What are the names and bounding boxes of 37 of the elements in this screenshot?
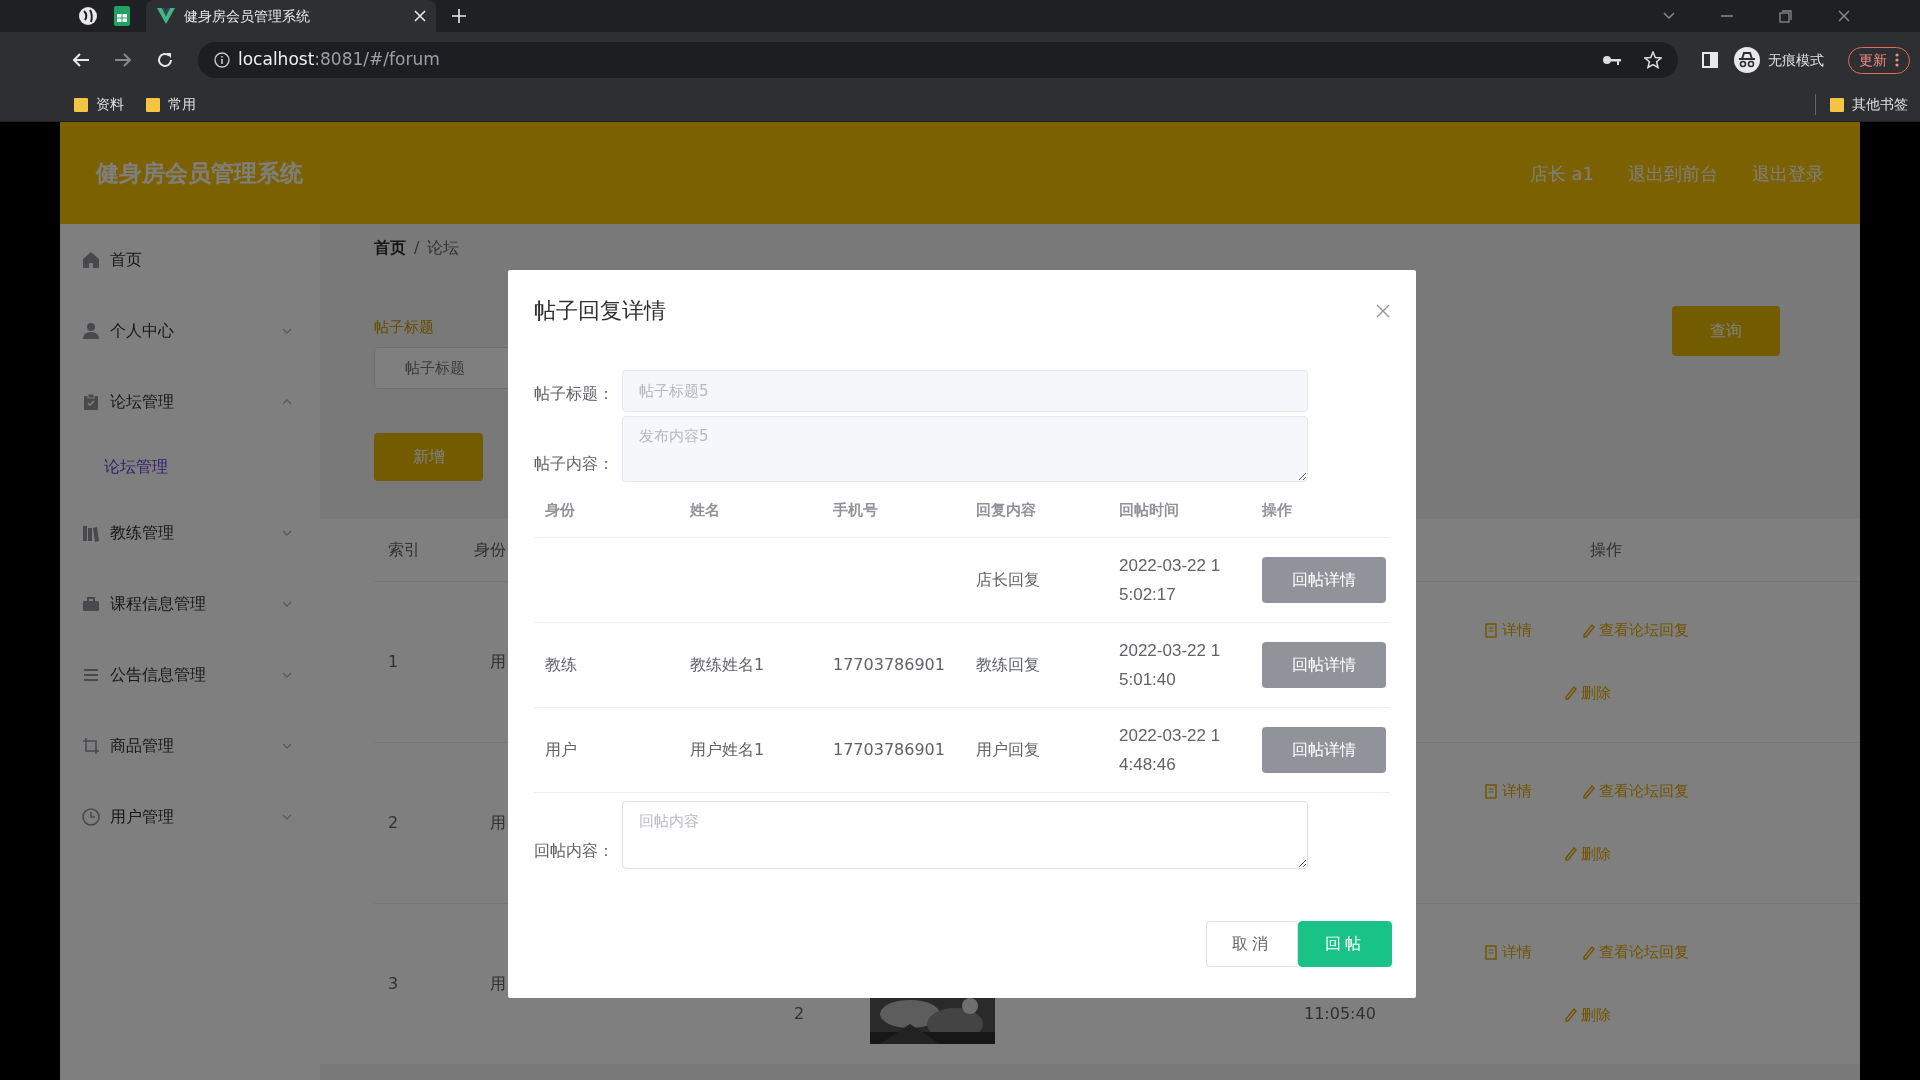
table-cell-text: 2022-03-22 15:02:17 (1119, 555, 1222, 607)
table-cell-text: 用 (489, 650, 506, 673)
search-label: 帖子标题 (374, 317, 434, 338)
table-cell-text: 用 (489, 972, 506, 995)
table-cell-text: 教练姓名1 (690, 654, 765, 677)
column-header: 操作 (1262, 499, 1292, 521)
column-header: 身份 (473, 538, 506, 561)
table-cell-text: 教练 (545, 654, 577, 677)
column-header: 手机号 (833, 499, 878, 521)
column-header: 索引 (387, 538, 420, 561)
column-header: 回帖时间 (1119, 499, 1179, 521)
tab-title: 健身房会员管理系统 (184, 6, 311, 26)
table-cell-text: 17703786901 (833, 654, 945, 677)
table-cell-text: 11:05:40 (1303, 1002, 1376, 1025)
table-cell-text: 用户 (545, 739, 577, 762)
profile-label: 无痕模式 (1768, 50, 1824, 70)
column-header: 操作 (1589, 538, 1622, 561)
table-cell-text: 17703786901 (833, 739, 945, 762)
table-cell-text: 教练回复 (976, 654, 1040, 677)
table-cell-text: 用户回复 (976, 739, 1040, 762)
dialog-title: 帖子回复详情 (534, 298, 666, 325)
table-cell-text: 用户姓名1 (690, 739, 765, 762)
table-cell-text: 1 (387, 650, 399, 673)
table-cell-text: 店长回复 (976, 569, 1040, 592)
table-cell-text: 用 (489, 811, 506, 834)
table-cell-text: 2 (793, 1002, 805, 1025)
field-label: 回帖内容： (534, 840, 614, 863)
table-cell-text: 3 (387, 972, 399, 995)
column-header: 身份 (545, 499, 575, 521)
table-cell-text: 2 (387, 811, 399, 834)
column-header: 姓名 (690, 499, 720, 521)
column-header: 回复内容 (976, 499, 1036, 521)
breadcrumb-separator: / (414, 237, 420, 259)
field-label: 帖子内容： (534, 453, 614, 476)
app-title: 健身房会员管理系统 (96, 158, 303, 188)
table-cell-text: 2022-03-22 14:48:46 (1119, 725, 1222, 777)
table-cell-text: 2022-03-22 15:01:40 (1119, 640, 1222, 692)
